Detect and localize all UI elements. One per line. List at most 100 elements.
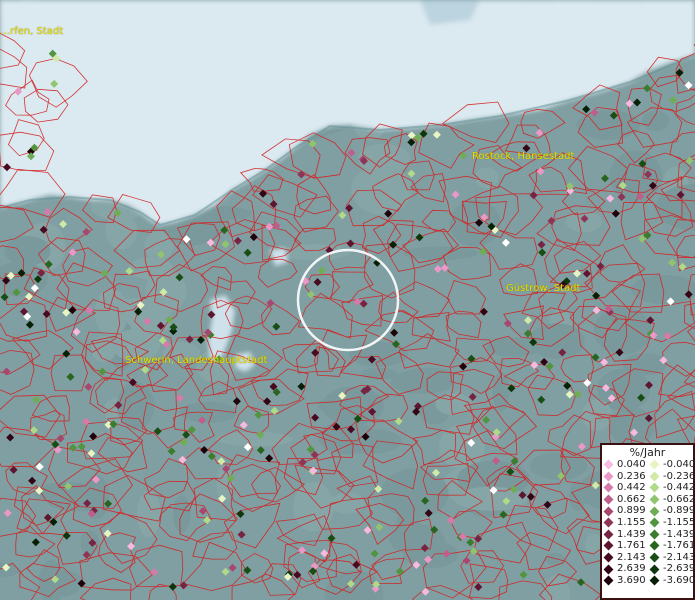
terrain-patch [349, 341, 408, 367]
legend-entry: 0.899 [602, 505, 647, 517]
legend-value: -1.761 [663, 540, 695, 552]
city-label-wismar[interactable]: …rfen, Stadt [0, 26, 63, 37]
legend-entry: -1.155 [648, 516, 695, 529]
legend-swatch [649, 517, 660, 528]
legend-swatch [649, 483, 660, 493]
legend-value: 1.439 [617, 528, 646, 540]
legend-swatch [649, 552, 660, 563]
terrain-patch [105, 212, 138, 250]
legend-row: 0.040 -0.040 [602, 459, 695, 471]
legend: %/Jahr 0.040 -0.040 0.236 -0.236 0.442 -0.442… [600, 443, 695, 600]
legend-entry: 1.439 [602, 529, 647, 541]
legend-entry: -0.662 [648, 493, 695, 506]
terrain-patch [322, 386, 384, 426]
legend-row: 0.662 -0.662 [602, 493, 695, 506]
legend-entry: 0.442 [602, 482, 647, 494]
legend-row: 1.155 -1.155 [602, 516, 695, 529]
legend-swatch [649, 564, 660, 575]
legend-value: -0.236 [663, 470, 695, 482]
legend-value: -0.662 [663, 493, 695, 505]
legend-entry: -1.439 [648, 528, 695, 541]
legend-entry: -2.639 [648, 563, 695, 575]
legend-entry: -0.442 [648, 482, 695, 494]
terrain-patch [172, 495, 191, 533]
legend-swatch [603, 575, 614, 586]
legend-rows: 0.040 -0.040 0.236 -0.236 0.442 -0.442 0.662 -0… [602, 459, 695, 587]
legend-entry: 0.040 [602, 459, 647, 471]
legend-entry: 3.690 [602, 575, 647, 587]
legend-row: 1.439 -1.439 [602, 528, 695, 541]
legend-row: 0.442 -0.442 [602, 482, 695, 494]
terrain-patch [642, 110, 669, 132]
terrain-patch [449, 199, 501, 247]
legend-value: -1.155 [663, 516, 695, 528]
terrain-patch [280, 244, 351, 261]
legend-swatch [649, 575, 660, 586]
legend-entry: -0.040 [648, 459, 695, 471]
legend-value: -0.442 [663, 482, 695, 494]
legend-value: -0.899 [663, 505, 695, 517]
legend-entry: 2.143 [602, 552, 647, 564]
legend-value: 1.761 [617, 540, 646, 552]
city-label-guestrow[interactable]: Güstrow, Stadt [506, 283, 580, 294]
city-label-schwerin[interactable]: Schwerin, Landeshauptstadt [125, 355, 267, 366]
legend-row: 2.639 -2.639 [602, 563, 695, 575]
legend-entry: 2.639 [602, 563, 647, 575]
terrain-patch [435, 392, 472, 416]
legend-entry: 0.236 [602, 471, 647, 483]
terrain-patch [94, 288, 129, 337]
map-view[interactable]: Rostock, Hansestadt Güstrow, Stadt Schwe… [0, 0, 695, 600]
legend-swatch [603, 564, 614, 575]
legend-value: -3.690 [663, 574, 695, 586]
legend-entry: 1.761 [602, 540, 647, 552]
legend-swatch [649, 529, 660, 540]
legend-swatch [603, 494, 614, 505]
legend-entry: -0.236 [648, 470, 695, 483]
legend-swatch [603, 541, 614, 551]
legend-value: -1.439 [663, 528, 695, 540]
legend-value: -0.040 [663, 459, 695, 470]
terrain-patch [136, 490, 161, 538]
terrain-patch [390, 370, 453, 395]
terrain-patch [529, 323, 585, 359]
city-label-rostock[interactable]: Rostock, Hansestadt [472, 151, 574, 162]
legend-entry: 1.155 [602, 517, 647, 529]
legend-swatch [603, 506, 614, 517]
legend-title: %/Jahr [629, 446, 666, 459]
legend-row: 0.236 -0.236 [602, 470, 695, 483]
legend-swatch [603, 471, 614, 482]
terrain-patch [395, 506, 421, 556]
legend-swatch [603, 517, 614, 528]
legend-value: 2.639 [617, 563, 646, 575]
legend-swatch [603, 529, 614, 540]
legend-value: 3.690 [617, 574, 646, 586]
terrain-patch [475, 167, 499, 189]
legend-swatch [603, 459, 614, 470]
legend-swatch [649, 471, 660, 482]
terrain-patch [338, 428, 402, 454]
legend-swatch [649, 541, 660, 551]
terrain-patch [576, 110, 641, 140]
legend-value: 1.155 [617, 516, 646, 528]
terrain-patch [90, 335, 117, 363]
legend-row: 3.690 -3.690 [602, 574, 695, 587]
legend-value: -2.639 [663, 563, 695, 575]
legend-value: 0.899 [617, 505, 646, 517]
legend-value: 0.236 [617, 470, 646, 482]
legend-row: 2.143 -2.143 [602, 551, 695, 564]
terrain-patch [593, 307, 652, 355]
legend-entry: -0.899 [648, 505, 695, 517]
legend-row: 1.761 -1.761 [602, 540, 695, 552]
legend-row: 0.899 -0.899 [602, 505, 695, 517]
legend-value: -2.143 [663, 551, 695, 563]
legend-swatch [649, 494, 660, 505]
legend-value: 0.662 [617, 493, 646, 505]
legend-value: 0.040 [617, 459, 646, 470]
legend-entry: -3.690 [648, 574, 695, 587]
legend-entry: -1.761 [648, 540, 695, 552]
legend-swatch [603, 483, 614, 493]
legend-swatch [603, 552, 614, 563]
legend-value: 0.442 [617, 482, 646, 494]
map-canvas[interactable] [0, 0, 695, 600]
legend-swatch [649, 459, 660, 470]
